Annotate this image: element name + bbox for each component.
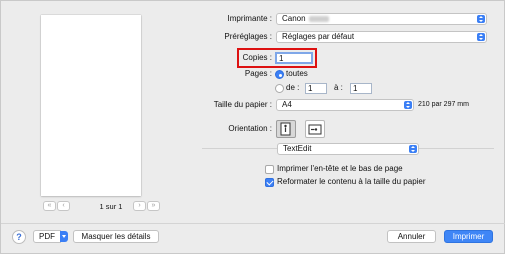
portrait-icon <box>280 122 291 136</box>
presets-value: Réglages par défaut <box>282 32 355 41</box>
paper-dimensions: 210 par 297 mm <box>418 101 469 108</box>
print-header-footer-checkbox[interactable] <box>265 165 274 174</box>
presets-label: Préréglages : <box>224 32 272 41</box>
pages-from-label: de : <box>286 83 300 92</box>
paper-size-value: A4 <box>282 100 292 109</box>
printer-name-redacted <box>308 15 329 22</box>
first-page-button[interactable]: « <box>43 201 56 211</box>
cancel-button[interactable]: Annuler <box>387 230 436 243</box>
pages-from-input[interactable]: 1 <box>305 83 327 94</box>
landscape-icon <box>308 124 322 135</box>
footer-separator <box>1 223 505 224</box>
printer-label: Imprimante : <box>227 14 272 23</box>
app-options-value: TextEdit <box>283 144 312 153</box>
pages-label: Pages : <box>244 69 272 78</box>
copies-input[interactable]: 1 <box>275 52 313 64</box>
stepper-icon <box>409 145 417 153</box>
print-dialog: « ‹ 1 sur 1 › » Imprimante : Canon Préré… <box>0 0 505 254</box>
portrait-orientation-button[interactable] <box>276 120 296 138</box>
page-preview <box>41 15 141 196</box>
copies-label: Copies : <box>242 53 272 62</box>
orientation-label: Orientation : <box>228 124 272 133</box>
pages-range-radio[interactable] <box>275 84 284 93</box>
pages-all-label: toutes <box>286 69 308 78</box>
hide-details-button[interactable]: Masquer les détails <box>73 230 159 243</box>
presets-select[interactable]: Réglages par défaut <box>276 31 487 43</box>
help-button[interactable]: ? <box>12 230 26 244</box>
stepper-icon <box>477 15 485 23</box>
preview-pager: « ‹ 1 sur 1 › » <box>43 201 179 213</box>
printer-select[interactable]: Canon <box>276 13 487 25</box>
last-page-button[interactable]: » <box>147 201 160 211</box>
reformat-content-checkbox[interactable] <box>265 178 274 187</box>
reformat-content-label: Reformater le contenu à la taille du pap… <box>277 177 426 186</box>
pdf-dropdown-icon[interactable] <box>60 231 68 242</box>
print-header-footer-label: Imprimer l'en-tête et le bas de page <box>277 164 403 173</box>
stepper-icon <box>477 33 485 41</box>
paper-size-label: Taille du papier : <box>213 100 272 109</box>
page-count: 1 sur 1 <box>99 202 123 211</box>
pages-to-input[interactable]: 1 <box>350 83 372 94</box>
app-options-select[interactable]: TextEdit <box>277 143 419 155</box>
landscape-orientation-button[interactable] <box>305 120 325 138</box>
print-button[interactable]: Imprimer <box>444 230 493 243</box>
stepper-icon <box>404 101 412 109</box>
pages-all-radio[interactable] <box>275 70 284 79</box>
prev-page-button[interactable]: ‹ <box>57 201 70 211</box>
pages-to-label: à : <box>334 83 343 92</box>
pdf-button[interactable]: PDF <box>33 230 61 243</box>
next-page-button[interactable]: › <box>133 201 146 211</box>
printer-value: Canon <box>282 14 306 23</box>
paper-size-select[interactable]: A4 <box>276 99 414 111</box>
